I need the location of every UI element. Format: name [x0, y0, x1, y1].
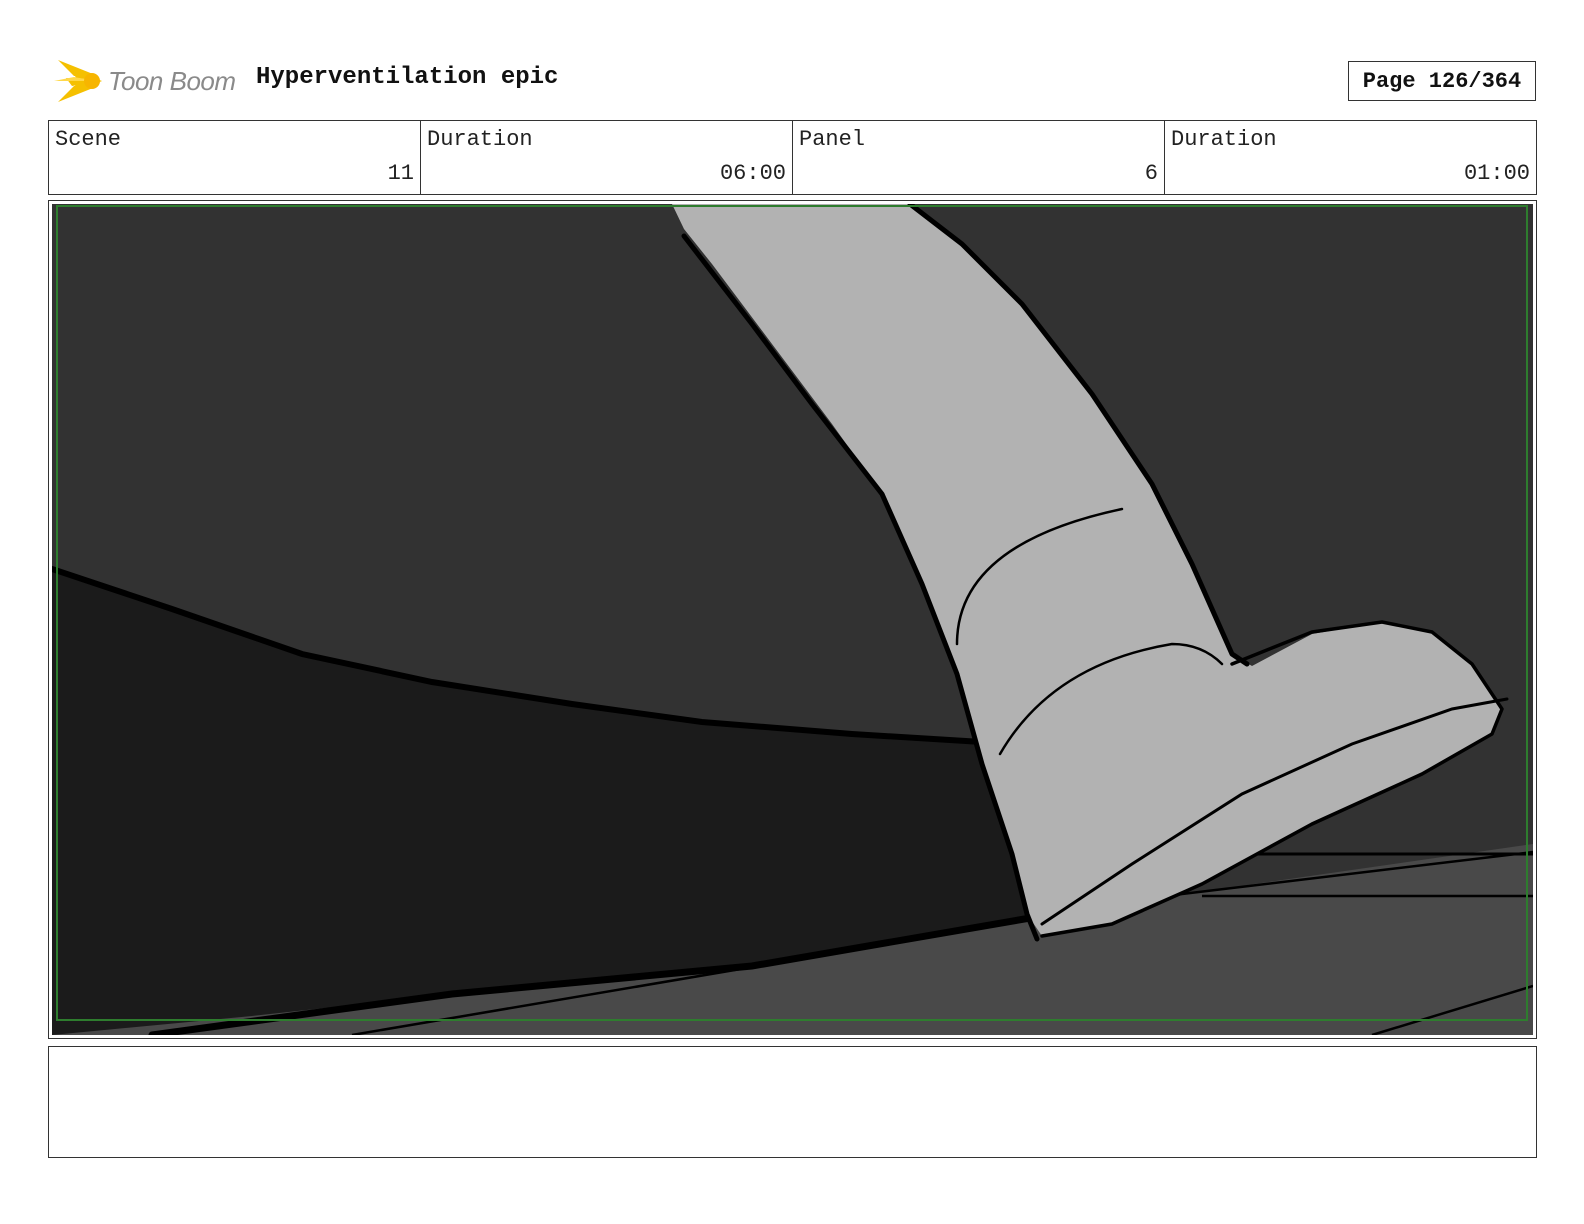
scene-duration-cell: Duration 06:00: [421, 121, 793, 194]
project-title: Hyperventilation epic: [256, 64, 559, 91]
toon-boom-logo: Toon Boom: [52, 56, 242, 106]
panel-notes-box[interactable]: [48, 1046, 1537, 1158]
panel-duration-cell: Duration 01:00: [1165, 121, 1536, 194]
scene-duration-label: Duration: [427, 127, 533, 152]
page-number: Page 126/364: [1348, 61, 1536, 101]
scene-cell: Scene 11: [49, 121, 421, 194]
starburst-logo-icon: [54, 60, 102, 102]
logo-text: Toon Boom: [108, 65, 236, 96]
panel-label: Panel: [799, 127, 866, 152]
panel-duration-value: 01:00: [1463, 161, 1530, 186]
panel-value: 6: [1144, 161, 1158, 186]
scene-info-table: Scene 11 Duration 06:00 Panel 6 Duration…: [48, 120, 1537, 195]
storyboard-panel-image: [52, 204, 1533, 1035]
panel-duration-label: Duration: [1171, 127, 1277, 152]
scene-value: 11: [387, 161, 414, 186]
scene-label: Scene: [55, 127, 122, 152]
scene-duration-value: 06:00: [719, 161, 786, 186]
panel-cell: Panel 6: [793, 121, 1165, 194]
